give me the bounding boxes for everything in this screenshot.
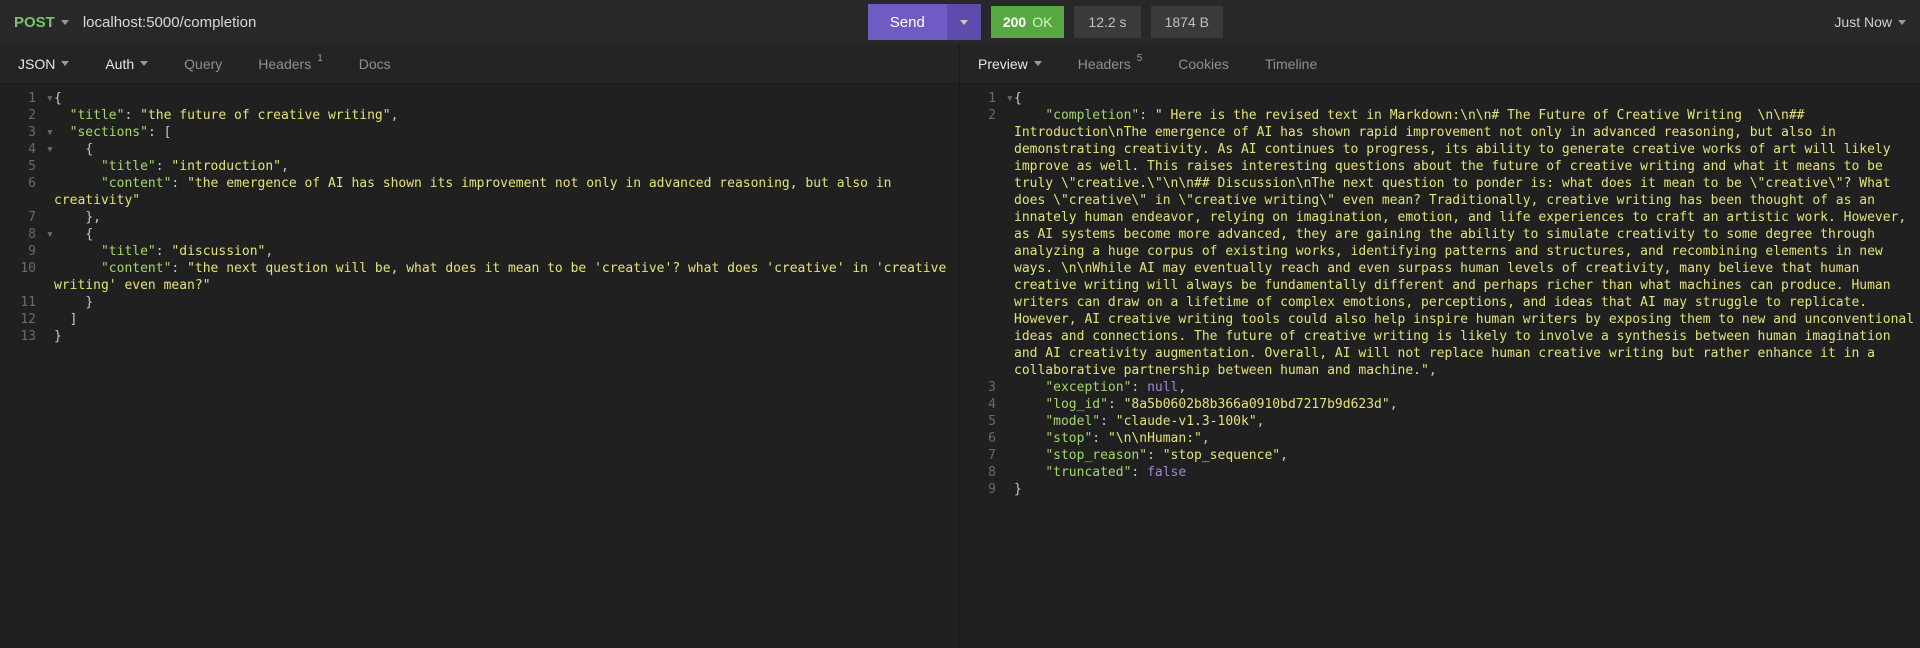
tab-body-type[interactable]: JSON bbox=[0, 44, 87, 83]
center-cluster: Send 200 OK 12.2 s 1874 B bbox=[868, 4, 1223, 40]
status-code: 200 bbox=[1003, 14, 1026, 30]
tab-preview[interactable]: Preview bbox=[960, 44, 1060, 83]
chevron-down-icon bbox=[1034, 61, 1042, 66]
tab-label: Auth bbox=[105, 56, 134, 72]
chevron-down-icon bbox=[61, 20, 69, 25]
tab-label: Query bbox=[184, 56, 222, 72]
tab-query[interactable]: Query bbox=[166, 44, 240, 83]
tab-headers[interactable]: Headers 1 bbox=[240, 44, 340, 83]
send-button[interactable]: Send bbox=[868, 4, 947, 40]
status-badge: 200 OK bbox=[991, 6, 1065, 38]
tab-label: Docs bbox=[359, 56, 391, 72]
tab-cookies[interactable]: Cookies bbox=[1160, 44, 1247, 83]
tab-label: Timeline bbox=[1265, 56, 1317, 72]
tab-auth[interactable]: Auth bbox=[87, 44, 166, 83]
response-tabs: Preview Headers 5 Cookies Timeline bbox=[960, 44, 1920, 84]
request-body-editor[interactable]: 1▾{2 "title": "the future of creative wr… bbox=[0, 84, 959, 648]
history-dropdown[interactable]: Just Now bbox=[1834, 14, 1906, 30]
chevron-down-icon bbox=[61, 61, 69, 66]
tab-label: Headers bbox=[258, 56, 311, 72]
chevron-down-icon bbox=[960, 20, 968, 25]
tab-docs[interactable]: Docs bbox=[341, 44, 409, 83]
tab-label: Headers bbox=[1078, 56, 1131, 72]
response-body-viewer[interactable]: 1▾{2 "completion": " Here is the revised… bbox=[960, 84, 1920, 648]
tab-timeline[interactable]: Timeline bbox=[1247, 44, 1335, 83]
chevron-down-icon bbox=[140, 61, 148, 66]
status-text: OK bbox=[1032, 14, 1052, 30]
http-method-label: POST bbox=[14, 14, 55, 31]
tab-response-headers[interactable]: Headers 5 bbox=[1060, 44, 1160, 83]
http-method-dropdown[interactable]: POST bbox=[14, 14, 69, 31]
response-size: 1874 B bbox=[1151, 6, 1223, 38]
tab-label: Cookies bbox=[1178, 56, 1229, 72]
send-options-button[interactable] bbox=[947, 4, 981, 40]
response-panel: Preview Headers 5 Cookies Timeline 1▾{2 … bbox=[960, 44, 1920, 648]
request-panel: JSON Auth Query Headers 1 Docs 1▾{2 "tit… bbox=[0, 44, 960, 648]
tab-label: Preview bbox=[978, 56, 1028, 72]
tab-label: JSON bbox=[18, 56, 55, 72]
response-time: 12.2 s bbox=[1074, 6, 1140, 38]
send-group: Send bbox=[868, 4, 981, 40]
top-bar: POST localhost:5000/completion Send 200 … bbox=[0, 0, 1920, 44]
headers-count-badge: 5 bbox=[1137, 53, 1143, 64]
chevron-down-icon bbox=[1898, 20, 1906, 25]
request-tabs: JSON Auth Query Headers 1 Docs bbox=[0, 44, 959, 84]
history-label: Just Now bbox=[1834, 14, 1892, 30]
url-input[interactable]: localhost:5000/completion bbox=[83, 14, 256, 31]
headers-count-badge: 1 bbox=[317, 53, 323, 64]
